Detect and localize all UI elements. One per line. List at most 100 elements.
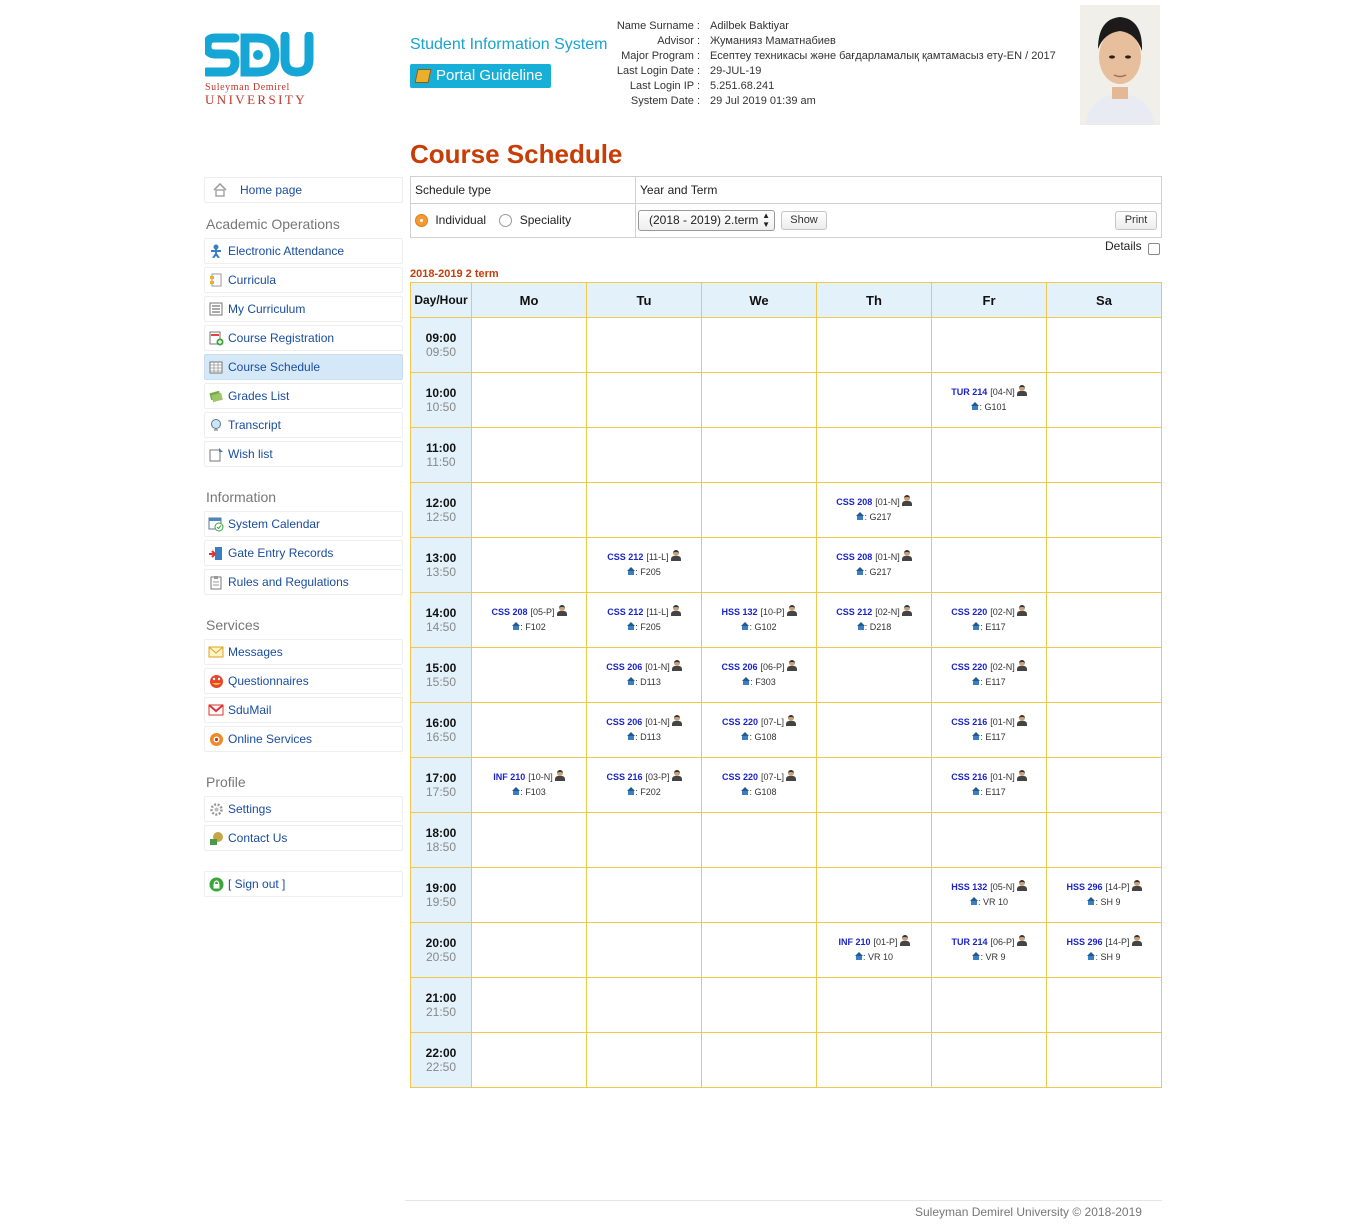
teacher-icon[interactable] xyxy=(1131,880,1142,891)
sidebar-item-system-calendar[interactable]: System Calendar xyxy=(204,511,403,537)
sidebar-item-wish-list[interactable]: Wish list xyxy=(204,441,403,467)
lesson-course-line: CSS 206 [06-P] xyxy=(702,660,816,675)
sdu-logo[interactable]: Suleyman Demirel UNIVERSITY xyxy=(202,31,317,108)
sidebar-item-questionnaires[interactable]: Questionnaires xyxy=(204,668,403,694)
teacher-icon[interactable] xyxy=(554,770,565,781)
teacher-icon[interactable] xyxy=(556,605,567,616)
course-code-link[interactable]: TUR 214 xyxy=(951,387,987,397)
sign-out-link[interactable]: [ Sign out ] xyxy=(204,871,403,897)
speciality-radio[interactable] xyxy=(499,214,513,228)
teacher-icon[interactable] xyxy=(786,605,797,616)
show-button[interactable]: Show xyxy=(781,211,827,230)
teacher-icon[interactable] xyxy=(1016,605,1027,616)
sidebar-item-course-schedule[interactable]: Course Schedule xyxy=(204,354,403,380)
teacher-icon[interactable] xyxy=(1016,770,1027,781)
sidebar-item-home[interactable]: Home page xyxy=(204,177,403,203)
course-code-link[interactable]: CSS 208 xyxy=(836,497,872,507)
teacher-icon[interactable] xyxy=(899,935,910,946)
lesson-room-line: : G108 xyxy=(702,730,816,745)
teacher-icon[interactable] xyxy=(1016,715,1027,726)
print-button[interactable]: Print xyxy=(1115,211,1157,230)
clipboard-icon xyxy=(208,574,224,590)
teacher-icon[interactable] xyxy=(786,715,797,726)
course-code-link[interactable]: CSS 216 xyxy=(606,772,642,782)
add-document-icon xyxy=(208,330,224,346)
university-name-line2: UNIVERSITY xyxy=(205,92,307,107)
teacher-icon[interactable] xyxy=(1016,935,1027,946)
lesson-course-line: CSS 206 [01-N] xyxy=(587,715,701,730)
course-code-link[interactable]: CSS 208 xyxy=(836,552,872,562)
teacher-icon[interactable] xyxy=(1016,660,1027,671)
course-code-link[interactable]: HSS 296 xyxy=(1066,882,1102,892)
student-photo xyxy=(1080,5,1160,125)
sidebar-item-label: Rules and Regulations xyxy=(228,575,349,589)
teacher-icon[interactable] xyxy=(670,605,681,616)
teacher-icon[interactable] xyxy=(1016,880,1027,891)
course-code-link[interactable]: CSS 206 xyxy=(721,662,757,672)
term-select[interactable]: (2018 - 2019) 2.term ▲ ▼ xyxy=(638,210,775,231)
course-code-link[interactable]: HSS 132 xyxy=(951,882,987,892)
schedule-cell xyxy=(1046,537,1162,593)
teacher-icon[interactable] xyxy=(786,660,797,671)
teacher-icon[interactable] xyxy=(786,770,797,781)
details-checkbox[interactable] xyxy=(1148,243,1160,255)
schedule-cell xyxy=(471,812,587,868)
course-code-link[interactable]: CSS 220 xyxy=(722,717,758,727)
course-code-link[interactable]: CSS 206 xyxy=(606,717,642,727)
teacher-icon[interactable] xyxy=(671,715,682,726)
lesson-course-line: CSS 216 [01-N] xyxy=(932,715,1046,730)
course-code-link[interactable]: HSS 296 xyxy=(1066,937,1102,947)
hour-cell: 11:00 11:50 xyxy=(410,427,472,483)
schedule-cell xyxy=(471,317,587,373)
lesson-entry: HSS 132 [05-N]: VR 10 xyxy=(932,880,1046,910)
course-code-link[interactable]: CSS 206 xyxy=(606,662,642,672)
sidebar-item-messages[interactable]: Messages xyxy=(204,639,403,665)
lesson-room-line: : G108 xyxy=(702,785,816,800)
course-code-link[interactable]: HSS 132 xyxy=(721,607,757,617)
sidebar-item-grades-list[interactable]: Grades List xyxy=(204,383,403,409)
sidebar-item-my-curriculum[interactable]: My Curriculum xyxy=(204,296,403,322)
schedule-row: 13:00 13:50 CSS 212 [11-L]: F205 CSS 208 [01-… xyxy=(410,537,1162,593)
schedule-row: 20:00 20:50 INF 210 [01-P]: VR 10 TUR 214 [06… xyxy=(410,922,1162,978)
course-code-link[interactable]: CSS 220 xyxy=(951,662,987,672)
teacher-icon[interactable] xyxy=(901,495,912,506)
sidebar-item-course-registration[interactable]: Course Registration xyxy=(204,325,403,351)
sidebar-item-contact-us[interactable]: Contact Us xyxy=(204,825,403,851)
teacher-icon[interactable] xyxy=(671,770,682,781)
teacher-icon[interactable] xyxy=(1131,935,1142,946)
course-code-link[interactable]: TUR 214 xyxy=(951,937,987,947)
individual-radio[interactable] xyxy=(415,214,428,228)
teacher-icon[interactable] xyxy=(1016,385,1027,396)
teacher-icon[interactable] xyxy=(670,550,681,561)
sidebar-item-gate-entry-records[interactable]: Gate Entry Records xyxy=(204,540,403,566)
course-code-link[interactable]: INF 210 xyxy=(493,772,525,782)
portal-guideline-button[interactable]: Portal Guideline xyxy=(410,64,551,88)
lesson-entry: CSS 220 [02-N]: E117 xyxy=(932,605,1046,635)
course-code-link[interactable]: INF 210 xyxy=(838,937,870,947)
course-code-link[interactable]: CSS 212 xyxy=(607,552,643,562)
sidebar-item-settings[interactable]: Settings xyxy=(204,796,403,822)
schedule-cell: CSS 220 [02-N]: E117 xyxy=(931,592,1047,648)
course-code-link[interactable]: CSS 212 xyxy=(607,607,643,617)
teacher-icon[interactable] xyxy=(901,550,912,561)
sidebar-item-curricula[interactable]: Curricula xyxy=(204,267,403,293)
course-code-link[interactable]: CSS 220 xyxy=(951,607,987,617)
sidebar-item-electronic-attendance[interactable]: Electronic Attendance xyxy=(204,238,403,264)
sidebar-item-sdumail[interactable]: SduMail xyxy=(204,697,403,723)
course-code-link[interactable]: CSS 216 xyxy=(951,772,987,782)
course-section: [01-N] xyxy=(990,717,1015,727)
course-code-link[interactable]: CSS 220 xyxy=(722,772,758,782)
sidebar-item-transcript[interactable]: Transcript xyxy=(204,412,403,438)
hour-start: 17:00 xyxy=(425,771,457,785)
lesson-course-line: CSS 212 [02-N] xyxy=(817,605,931,620)
course-code-link[interactable]: CSS 212 xyxy=(836,607,872,617)
course-code-link[interactable]: CSS 216 xyxy=(951,717,987,727)
teacher-icon[interactable] xyxy=(671,660,682,671)
room-name: E117 xyxy=(985,622,1006,632)
teacher-icon[interactable] xyxy=(901,605,912,616)
schedule-row: 19:00 19:50 HSS 132 [05-N]: VR 10 HSS 296 [14… xyxy=(410,867,1162,923)
course-code-link[interactable]: CSS 208 xyxy=(491,607,527,617)
sidebar-item-online-services[interactable]: Online Services xyxy=(204,726,403,752)
sidebar-item-rules-and-regulations[interactable]: Rules and Regulations xyxy=(204,569,403,595)
lesson-room-line: : F205 xyxy=(587,565,701,580)
